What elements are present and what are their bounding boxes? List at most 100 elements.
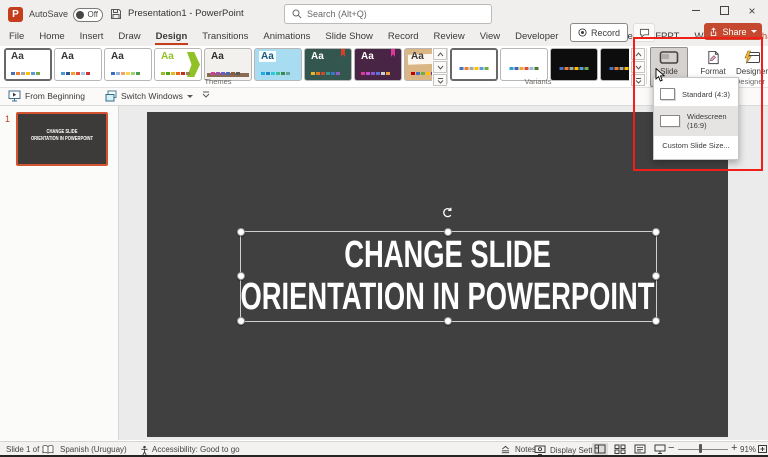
selection-handle[interactable] (236, 316, 245, 325)
from-beginning-icon (8, 90, 21, 102)
tab-review[interactable]: Review (433, 28, 466, 45)
customize-toolbar-button[interactable] (202, 90, 210, 98)
tab-developer[interactable]: Developer (514, 28, 559, 45)
zoom-slider-track[interactable] (678, 449, 728, 450)
share-button[interactable]: Share (704, 23, 762, 40)
variants-scroll-down-button[interactable] (631, 61, 645, 73)
themes-scroll-down-button[interactable] (433, 61, 447, 73)
autosave-toggle[interactable]: Off (73, 8, 103, 22)
status-bar: Slide 1 of 1 Spanish (Uruguay) Accessibi… (0, 441, 768, 456)
themes-more-button[interactable] (433, 74, 447, 86)
themes-gallery-scroll (433, 48, 447, 86)
maximize-button[interactable] (712, 0, 736, 22)
variants-gallery-scroll (631, 48, 645, 86)
themes-scroll-up-button[interactable] (433, 48, 447, 60)
theme-aa-sample: Aa (411, 51, 424, 62)
fit-to-window-button[interactable] (754, 443, 768, 455)
minimize-button[interactable] (684, 0, 708, 22)
switch-windows-label: Switch Windows (121, 91, 183, 101)
tab-home[interactable]: Home (38, 28, 65, 45)
search-icon (292, 9, 302, 19)
slide-thumbnail-panel: 1 CHANGE SLIDE ORIENTATION IN POWERPOINT (0, 106, 119, 440)
close-button[interactable]: × (740, 0, 764, 22)
powerpoint-window: P AutoSave Off Presentation1 - PowerPoin… (0, 0, 768, 457)
slide-sorter-view-button[interactable] (612, 443, 628, 455)
variants-more-button[interactable] (631, 74, 645, 86)
notes-icon (501, 445, 510, 454)
switch-windows-button[interactable]: Switch Windows (105, 90, 193, 102)
menu-item-custom-slide-size[interactable]: Custom Slide Size... (654, 136, 738, 155)
group-divider (447, 48, 448, 84)
themes-group-label: Themes (204, 77, 232, 86)
aspect-16-9-icon (660, 115, 680, 127)
theme-aa-sample: Aa (361, 51, 374, 62)
notes-button[interactable]: Notes (500, 445, 536, 454)
toolbar-overflow-icon (202, 91, 210, 98)
zoom-out-button[interactable]: − (668, 442, 674, 454)
tab-view[interactable]: View (479, 28, 501, 45)
selection-handle[interactable] (651, 227, 660, 236)
format-background-icon (706, 49, 721, 65)
switch-windows-icon (105, 90, 117, 102)
tab-insert[interactable]: Insert (79, 28, 105, 45)
save-icon[interactable] (110, 7, 122, 25)
slide-indicator[interactable]: Slide 1 of 1 (6, 445, 46, 454)
tab-draw[interactable]: Draw (117, 28, 141, 45)
selection-handle[interactable] (236, 227, 245, 236)
tab-animations[interactable]: Animations (262, 28, 311, 45)
theme-aa-sample: Aa (61, 51, 74, 62)
selection-handle[interactable] (444, 316, 452, 325)
accessibility-status[interactable]: Accessibility: Good to go (152, 445, 240, 454)
share-caret-icon (750, 30, 757, 33)
tab-transitions[interactable]: Transitions (201, 28, 249, 45)
theme-item-6[interactable]: Aa (254, 48, 302, 81)
rotation-handle[interactable] (441, 207, 454, 225)
zoom-in-button[interactable]: + (731, 442, 737, 454)
slideshow-view-button[interactable] (652, 443, 668, 455)
comments-button[interactable] (633, 23, 655, 42)
theme-item-8[interactable]: Aa (354, 48, 402, 81)
variant-item-1[interactable] (450, 48, 498, 81)
theme-item-1[interactable]: Aa (4, 48, 52, 81)
record-button[interactable]: Record (569, 23, 628, 42)
menu-item-standard-4-3[interactable]: Standard (4:3) (654, 82, 738, 106)
theme-item-9[interactable]: Aa (404, 48, 432, 81)
reading-view-button[interactable] (632, 443, 648, 455)
theme-item-5[interactable]: Aa (204, 48, 252, 81)
slide-title-line2: ORIENTATION IN POWERPOINT (240, 275, 655, 318)
menu-item-widescreen-16-9[interactable]: Widescreen (16:9) (654, 106, 738, 136)
tab-record[interactable]: Record (387, 28, 420, 45)
theme-item-7[interactable]: Aa (304, 48, 352, 81)
selection-handle[interactable] (444, 227, 452, 236)
tab-file[interactable]: File (8, 28, 25, 45)
tab-fppt[interactable]: FPPT (654, 28, 680, 45)
selection-handle[interactable] (236, 272, 245, 280)
theme-aa-sample: Aa (161, 51, 174, 62)
language-indicator[interactable]: Spanish (Uruguay) (60, 445, 127, 454)
designer-icon (743, 49, 761, 65)
from-beginning-button[interactable]: From Beginning (8, 90, 85, 102)
theme-item-3[interactable]: Aa (104, 48, 152, 81)
document-title: Presentation1 - PowerPoint (128, 8, 244, 19)
zoom-slider-thumb[interactable] (699, 444, 702, 453)
tab-design[interactable]: Design (155, 28, 189, 45)
theme-aa-sample: Aa (311, 51, 324, 62)
selection-handle[interactable] (651, 316, 660, 325)
variant-item-4[interactable] (600, 48, 629, 81)
normal-view-button[interactable] (592, 443, 608, 455)
theme-item-2[interactable]: Aa (54, 48, 102, 81)
slide-1-thumbnail[interactable]: CHANGE SLIDE ORIENTATION IN POWERPOINT (16, 112, 108, 166)
search-input[interactable]: Search (Alt+Q) (284, 4, 492, 24)
theme-aa-sample: Aa (111, 51, 124, 62)
display-settings-icon (534, 445, 546, 455)
designer-label: Designer (736, 67, 768, 76)
variants-scroll-up-button[interactable] (631, 48, 645, 60)
tab-slide-show[interactable]: Slide Show (324, 28, 374, 45)
comment-icon (639, 28, 649, 38)
spell-check-icon[interactable] (42, 445, 54, 454)
aspect-4-3-icon (660, 88, 675, 100)
from-beginning-label: From Beginning (25, 91, 86, 101)
selection-handle[interactable] (651, 272, 660, 280)
powerpoint-app-icon: P (8, 7, 23, 22)
theme-aa-sample: Aa (259, 51, 276, 62)
